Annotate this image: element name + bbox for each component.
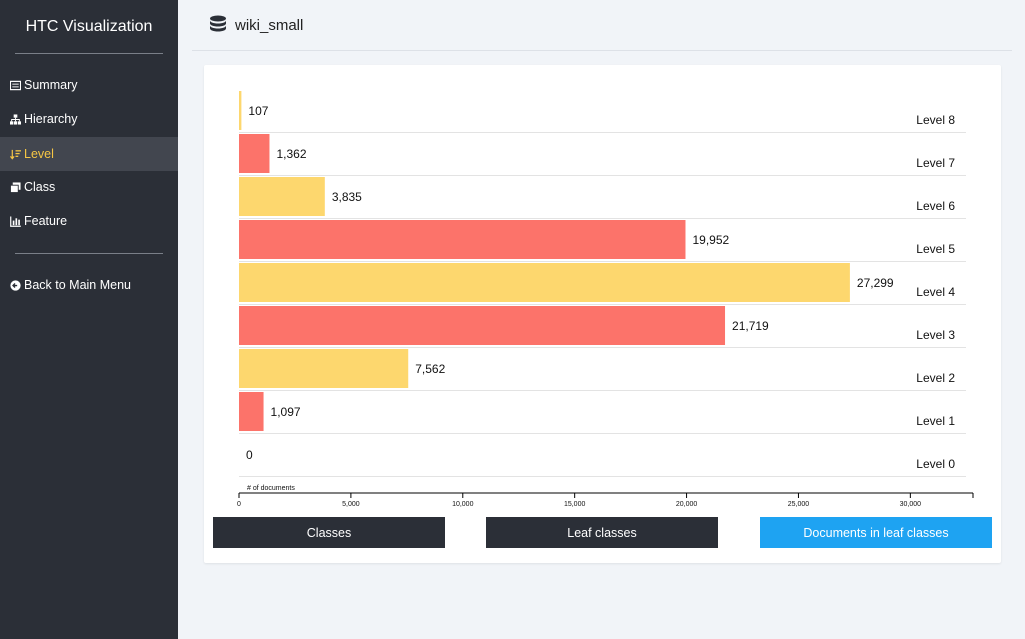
x-tick-label: 10,000 (452, 501, 474, 508)
x-tick-label: 5,000 (342, 501, 360, 508)
category-label: Level 8 (916, 113, 955, 127)
category-label: Level 4 (916, 285, 955, 299)
chart-card: 107 Level 8 1,362 Level 7 3,835 Level 6 19,952… (204, 65, 1001, 563)
arrow-circle-left-icon (9, 279, 21, 291)
sidebar-item-label: Hierarchy (24, 112, 78, 126)
category-label: Level 7 (916, 156, 955, 170)
app-title: HTC Visualization (25, 18, 153, 35)
bar (239, 134, 270, 173)
data-label: 3,835 (332, 190, 362, 204)
x-axis-label: # of documents (247, 485, 295, 492)
sidebar-item-label: Summary (24, 78, 78, 92)
x-tick-label: 20,000 (676, 501, 698, 508)
sidebar-item-label: Feature (24, 214, 68, 228)
x-tick-label: 0 (237, 501, 241, 508)
data-label: 0 (246, 448, 253, 462)
page-header: wiki_small (192, 0, 1012, 51)
data-label: 1,362 (276, 147, 306, 161)
sidebar-item-hierarchy[interactable]: Hierarchy (0, 102, 178, 136)
bar (239, 91, 242, 130)
sidebar-divider (15, 253, 163, 254)
sitemap-icon (9, 113, 21, 125)
documents-in-leaf-classes-button[interactable]: Documents in leaf classes (760, 517, 992, 548)
data-label: 7,562 (415, 362, 445, 376)
page-title: wiki_small (235, 16, 304, 34)
category-label: Level 1 (916, 414, 955, 428)
bar (239, 177, 325, 216)
sidebar-item-summary[interactable]: Summary (0, 68, 178, 102)
data-label: 21,719 (732, 319, 769, 333)
category-label: Level 3 (916, 328, 955, 342)
list-icon (9, 79, 21, 91)
sidebar-item-label: Level (24, 147, 54, 161)
bar (239, 306, 726, 345)
back-to-main-menu-label: Back to Main Menu (24, 278, 131, 292)
x-tick-label: 15,000 (564, 501, 586, 508)
data-label: 1,097 (271, 405, 301, 419)
category-label: Level 6 (916, 199, 955, 213)
sort-icon (9, 148, 21, 160)
x-tick-label: 25,000 (788, 501, 810, 508)
x-tick-label: 30,000 (900, 501, 922, 508)
category-label: Level 2 (916, 371, 955, 385)
back-to-main-menu-link[interactable]: Back to Main Menu (0, 268, 178, 302)
sidebar: HTC Visualization Summary Hierarchy Leve… (0, 0, 178, 639)
category-label: Level 5 (916, 242, 955, 256)
bar-chart-icon (9, 215, 21, 227)
bar (239, 349, 409, 388)
sidebar-item-level[interactable]: Level (0, 137, 178, 171)
level-bar-chart: 107 Level 8 1,362 Level 7 3,835 Level 6 19,952… (237, 91, 974, 508)
bar (239, 220, 686, 259)
bar (239, 392, 264, 431)
database-icon (209, 15, 227, 35)
bar (239, 263, 850, 302)
sidebar-item-class[interactable]: Class (0, 170, 178, 204)
sidebar-item-label: Class (24, 180, 56, 194)
data-label: 19,952 (692, 233, 729, 247)
sidebar-divider (15, 53, 163, 54)
leaf-classes-button[interactable]: Leaf classes (486, 517, 718, 548)
clone-icon (9, 181, 21, 193)
classes-button[interactable]: Classes (213, 517, 445, 548)
data-label: 107 (248, 104, 268, 118)
data-label: 27,299 (857, 276, 894, 290)
category-label: Level 0 (916, 457, 955, 471)
sidebar-item-feature[interactable]: Feature (0, 204, 178, 238)
